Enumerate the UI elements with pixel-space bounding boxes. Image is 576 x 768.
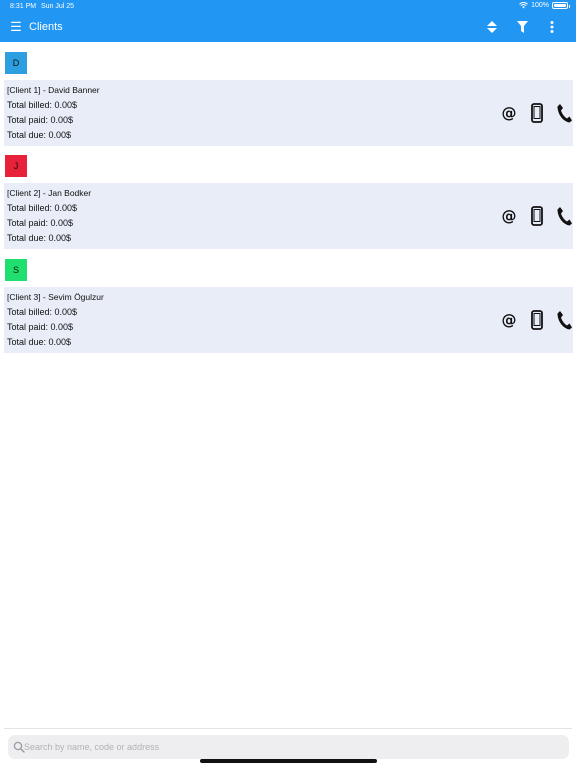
client-header: [Client 1] - David Banner — [7, 85, 100, 95]
phone-icon[interactable] — [555, 309, 573, 331]
group-header-d: D — [5, 52, 27, 74]
sort-icon — [487, 21, 497, 33]
total-paid: Total paid: 0.00$ — [7, 218, 74, 228]
status-time: 8:31 PM — [10, 3, 37, 10]
search-input[interactable] — [24, 738, 544, 756]
mobile-icon[interactable] — [528, 309, 546, 331]
group-letter: S — [12, 265, 19, 275]
email-icon[interactable]: @ — [500, 309, 518, 331]
wifi-icon — [519, 2, 528, 9]
group-header-s: S — [5, 259, 27, 281]
more-options-button[interactable] — [543, 18, 561, 36]
client-card[interactable]: [Client 2] - Jan Bodker Total billed: 0.… — [4, 183, 573, 249]
total-due: Total due: 0.00$ — [7, 130, 72, 140]
home-indicator[interactable] — [200, 759, 377, 763]
page-title: Clients — [29, 21, 63, 33]
app-bar: ☰ Clients — [0, 13, 576, 42]
phone-icon[interactable] — [555, 102, 573, 124]
top-bar: 8:31 PM Sun Jul 25 100% ☰ Clients — [0, 0, 576, 42]
search-divider — [4, 728, 572, 729]
status-date: Sun Jul 25 — [41, 3, 75, 10]
search-bar — [8, 735, 569, 759]
status-bar: 8:31 PM Sun Jul 25 100% — [0, 0, 576, 13]
total-due: Total due: 0.00$ — [7, 337, 72, 347]
battery-percent: 100% — [531, 2, 549, 9]
total-billed: Total billed: 0.00$ — [7, 203, 78, 213]
total-billed: Total billed: 0.00$ — [7, 100, 78, 110]
group-header-j: J — [5, 155, 27, 177]
mobile-icon[interactable] — [528, 205, 546, 227]
client-info: [Client 1] - David Banner Total billed: … — [7, 83, 100, 143]
client-info: [Client 3] - Sevim Ögulzur Total billed:… — [7, 290, 104, 350]
client-card[interactable]: [Client 3] - Sevim Ögulzur Total billed:… — [4, 287, 573, 353]
status-right: 100% — [519, 2, 570, 9]
more-vert-icon — [550, 21, 554, 33]
phone-icon[interactable] — [555, 205, 573, 227]
sort-button[interactable] — [483, 18, 501, 36]
total-paid: Total paid: 0.00$ — [7, 322, 74, 332]
total-due: Total due: 0.00$ — [7, 233, 72, 243]
email-icon[interactable]: @ — [500, 205, 518, 227]
group-letter: J — [13, 161, 19, 171]
mobile-icon[interactable] — [528, 102, 546, 124]
filter-icon — [516, 21, 528, 33]
total-billed: Total billed: 0.00$ — [7, 307, 78, 317]
client-card[interactable]: [Client 1] - David Banner Total billed: … — [4, 80, 573, 146]
client-header: [Client 3] - Sevim Ögulzur — [7, 292, 104, 302]
total-paid: Total paid: 0.00$ — [7, 115, 74, 125]
battery-icon — [552, 2, 570, 9]
filter-button[interactable] — [513, 18, 531, 36]
client-header: [Client 2] - Jan Bodker — [7, 188, 92, 198]
email-icon[interactable]: @ — [500, 102, 518, 124]
client-info: [Client 2] - Jan Bodker Total billed: 0.… — [7, 186, 91, 246]
menu-icon[interactable]: ☰ — [9, 20, 23, 34]
group-letter: D — [12, 58, 20, 68]
